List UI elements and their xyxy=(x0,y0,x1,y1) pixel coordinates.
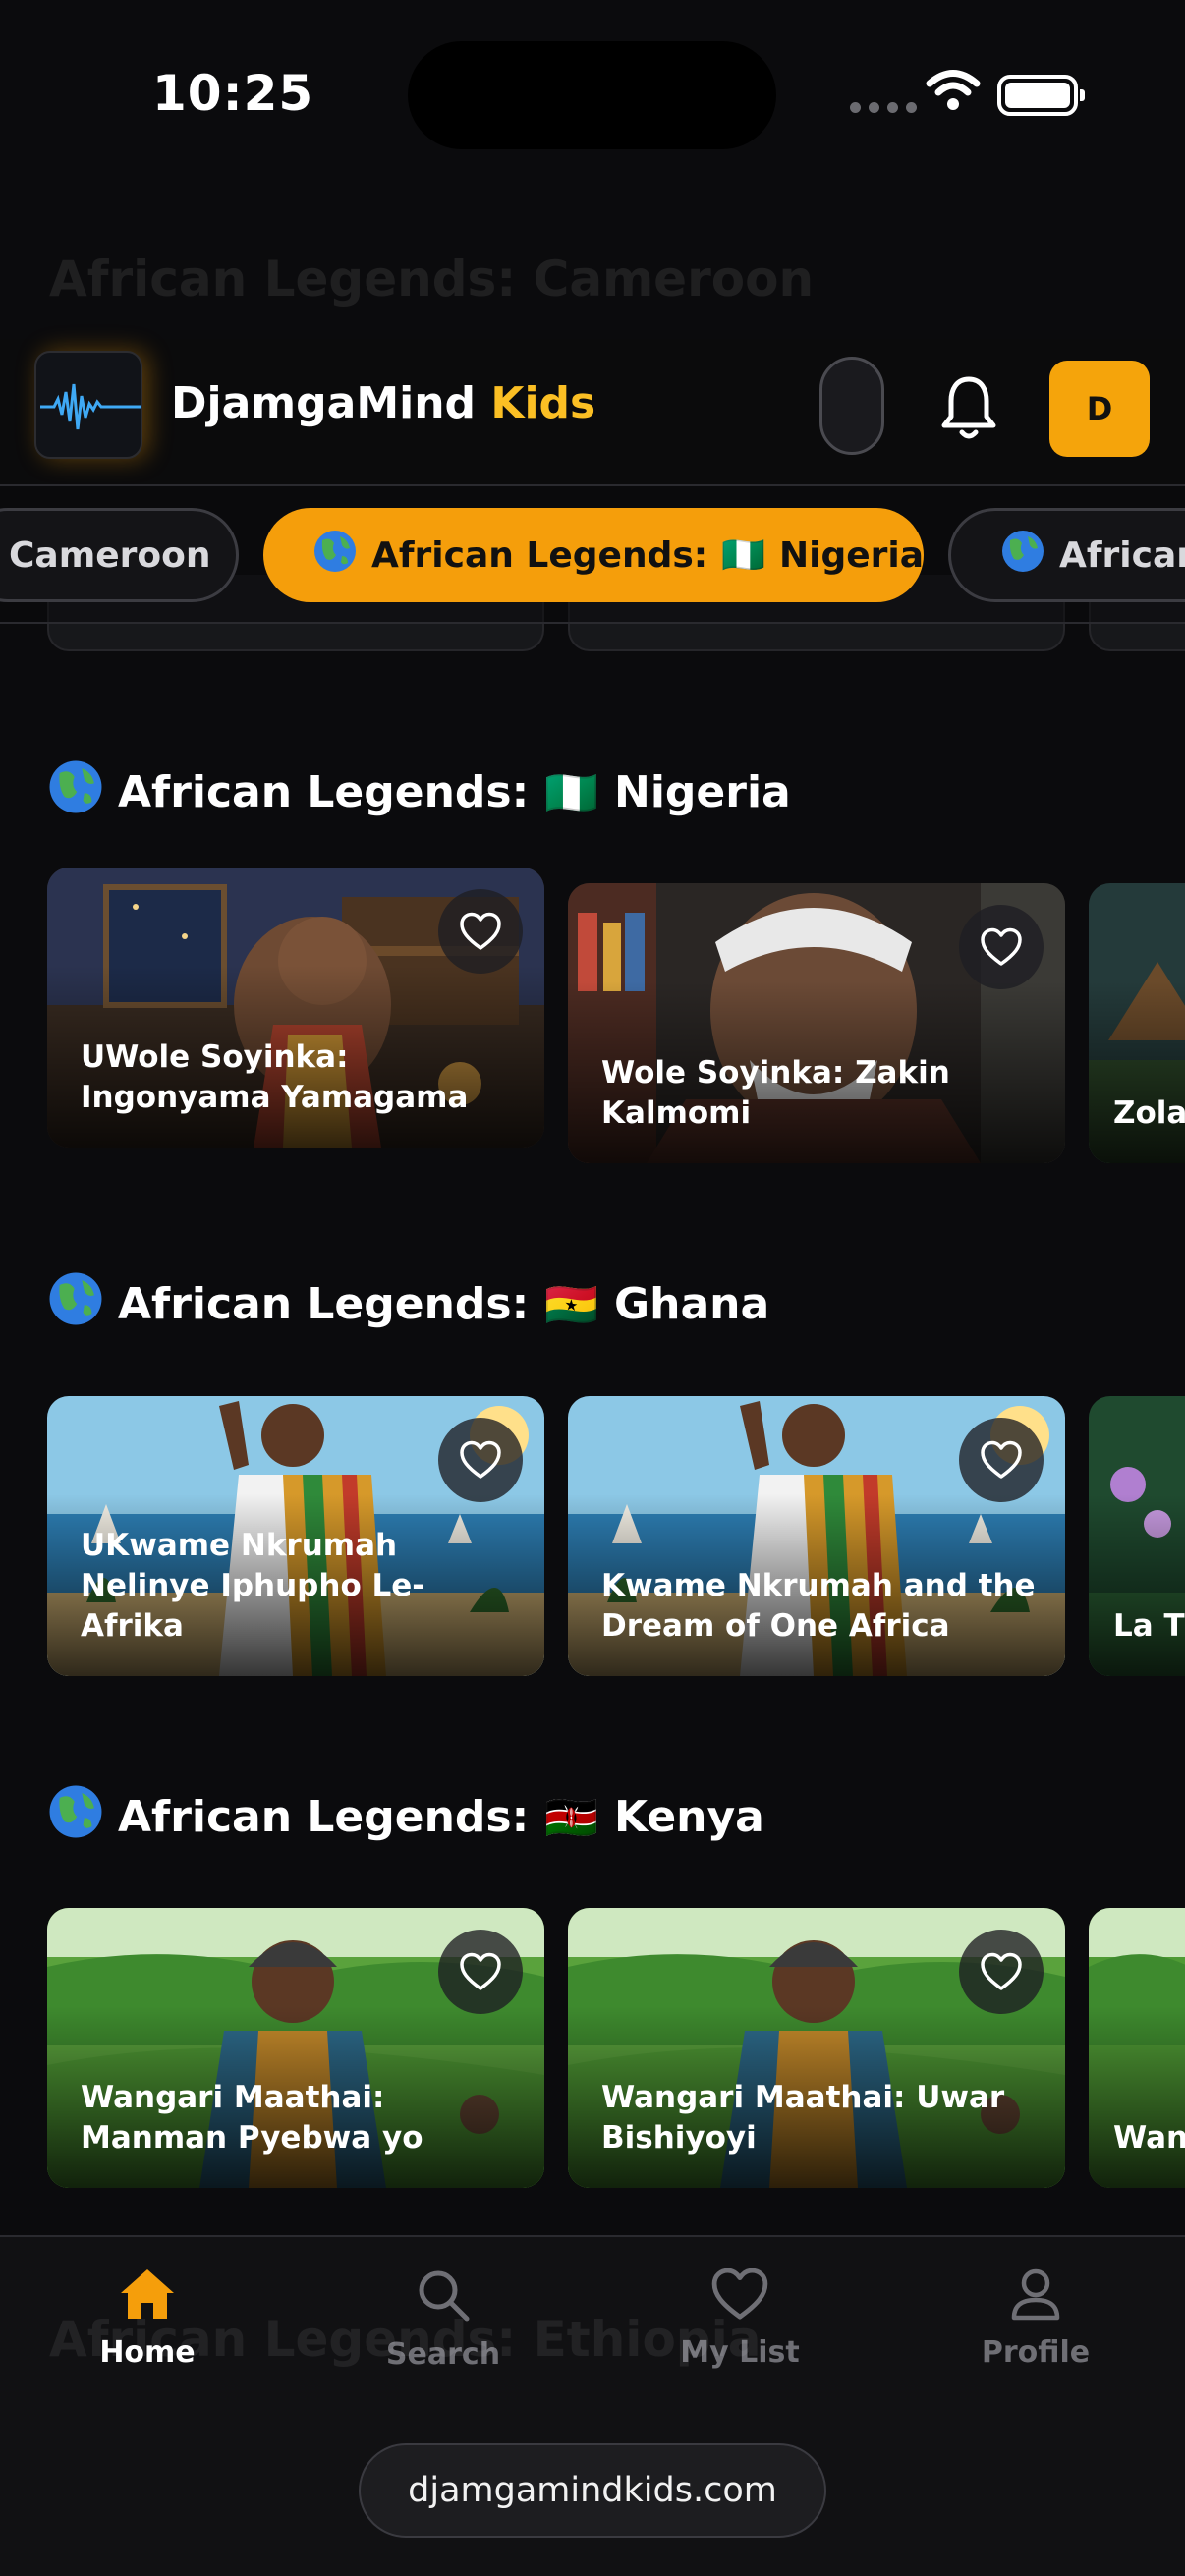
favorite-heart-icon[interactable] xyxy=(959,905,1044,989)
globe-icon xyxy=(47,758,104,826)
globe-icon xyxy=(312,529,358,583)
chip-label: Cameroon xyxy=(9,534,211,576)
story-card-title: La T xyxy=(1113,1608,1185,1644)
story-card-title: Wangari Maathai: Manman Pyebwa yo xyxy=(81,2080,423,2156)
app-header: DjamgaMind Kids D xyxy=(0,339,1185,486)
app-title-accent: Kids xyxy=(476,378,596,428)
globe-icon xyxy=(47,1783,104,1851)
story-card-title: Wan a Ch xyxy=(1113,2120,1185,2156)
kenya-flag-icon: 🇰🇪 xyxy=(544,1792,599,1843)
favorite-heart-icon[interactable] xyxy=(438,1930,523,2014)
chip-country: Nigeria xyxy=(779,534,924,576)
story-card[interactable]: La T xyxy=(1089,1396,1185,1676)
favorite-heart-icon[interactable] xyxy=(959,1930,1044,2014)
story-card-title: UKwame Nkrumah Nelinye Iphupho Le-Afrika xyxy=(81,1528,425,1644)
ghana-flag-icon: 🇬🇭 xyxy=(544,1279,599,1330)
chip-label: African Legends: xyxy=(371,534,708,576)
section-title-ghana: African Legends: 🇬🇭 Ghana xyxy=(47,1270,769,1338)
website-url-pill[interactable]: djamgamindkids.com xyxy=(359,2443,826,2538)
story-card-title: Wangari Maathai: Uwar Bishiyoyi xyxy=(601,2080,1005,2156)
story-card[interactable]: Kwame Nkrumah and the Dream of One Afric… xyxy=(568,1396,1065,1676)
section-title-kenya: African Legends: 🇰🇪 Kenya xyxy=(47,1783,764,1851)
favorite-heart-icon[interactable] xyxy=(959,1418,1044,1502)
nav-label: Profile xyxy=(981,2335,1091,2370)
chip-next[interactable]: African xyxy=(948,508,1185,602)
section-country: Kenya xyxy=(614,1792,764,1842)
story-card[interactable]: Wole Soyinka: Zakin Kalmomi xyxy=(568,883,1065,1163)
favorite-heart-icon[interactable] xyxy=(438,1418,523,1502)
chip-cameroon[interactable]: Cameroon xyxy=(0,508,239,602)
toggle-button[interactable] xyxy=(819,357,884,455)
story-card[interactable]: Wangari Maathai: Manman Pyebwa yo xyxy=(47,1908,544,2188)
user-avatar[interactable]: D xyxy=(1049,361,1150,457)
section-country: Ghana xyxy=(614,1279,770,1329)
profile-icon xyxy=(1011,2268,1060,2321)
app-title: DjamgaMind Kids xyxy=(171,378,595,428)
waveform-icon xyxy=(40,383,141,430)
story-card[interactable]: UKwame Nkrumah Nelinye Iphupho Le-Afrika xyxy=(47,1396,544,1676)
story-card[interactable]: Zola Blan xyxy=(1089,883,1185,1163)
story-card-title: UWole Soyinka: Ingonyama Yamagama xyxy=(81,1039,469,1115)
app-logo[interactable] xyxy=(34,351,142,459)
story-card-title: Kwame Nkrumah and the Dream of One Afric… xyxy=(601,1568,1036,1644)
scrolled-ghost-heading: African Legends: Ethiopia xyxy=(49,2311,762,2368)
status-bar: 10:25 xyxy=(0,0,1185,196)
story-card[interactable]: UWole Soyinka: Ingonyama Yamagama xyxy=(47,868,544,1148)
story-card[interactable]: Wan a Ch xyxy=(1089,1908,1185,2188)
status-time: 10:25 xyxy=(152,65,314,122)
nigeria-flag-icon: 🇳🇬 xyxy=(721,535,766,576)
chip-nigeria[interactable]: African Legends: 🇳🇬 Nigeria xyxy=(263,508,924,602)
section-country: Nigeria xyxy=(614,767,791,817)
bottom-navigation: Home Search My List Profile djamgamindki… xyxy=(0,2235,1185,2576)
app-screen: 10:25 African Legends: Cameroon DjamgaMi… xyxy=(0,0,1185,2576)
bell-icon[interactable] xyxy=(938,373,999,442)
chip-label: African xyxy=(1059,534,1185,576)
section-prefix: African Legends: xyxy=(118,1792,530,1842)
section-prefix: African Legends: xyxy=(118,1279,530,1329)
globe-icon xyxy=(47,1270,104,1338)
scrolled-ghost-heading: African Legends: Cameroon xyxy=(49,251,815,308)
story-card-title: Wole Soyinka: Zakin Kalmomi xyxy=(601,1055,950,1131)
nav-profile[interactable]: Profile xyxy=(928,2267,1144,2370)
story-card-title: Zola Blan xyxy=(1113,1095,1185,1131)
section-prefix: African Legends: xyxy=(118,767,530,817)
story-card[interactable]: Wangari Maathai: Uwar Bishiyoyi xyxy=(568,1908,1065,2188)
app-title-main: DjamgaMind xyxy=(171,378,477,428)
favorite-heart-icon[interactable] xyxy=(438,889,523,974)
section-title-nigeria: African Legends: 🇳🇬 Nigeria xyxy=(47,758,791,826)
category-chip-bar: Cameroon African Legends: 🇳🇬 Nigeria Afr… xyxy=(0,486,1185,624)
wifi-icon xyxy=(926,70,981,110)
dynamic-island xyxy=(408,41,776,149)
globe-icon xyxy=(1000,529,1045,583)
cellular-signal-icon xyxy=(850,102,917,113)
nigeria-flag-icon: 🇳🇬 xyxy=(544,767,599,818)
battery-icon xyxy=(997,75,1085,116)
